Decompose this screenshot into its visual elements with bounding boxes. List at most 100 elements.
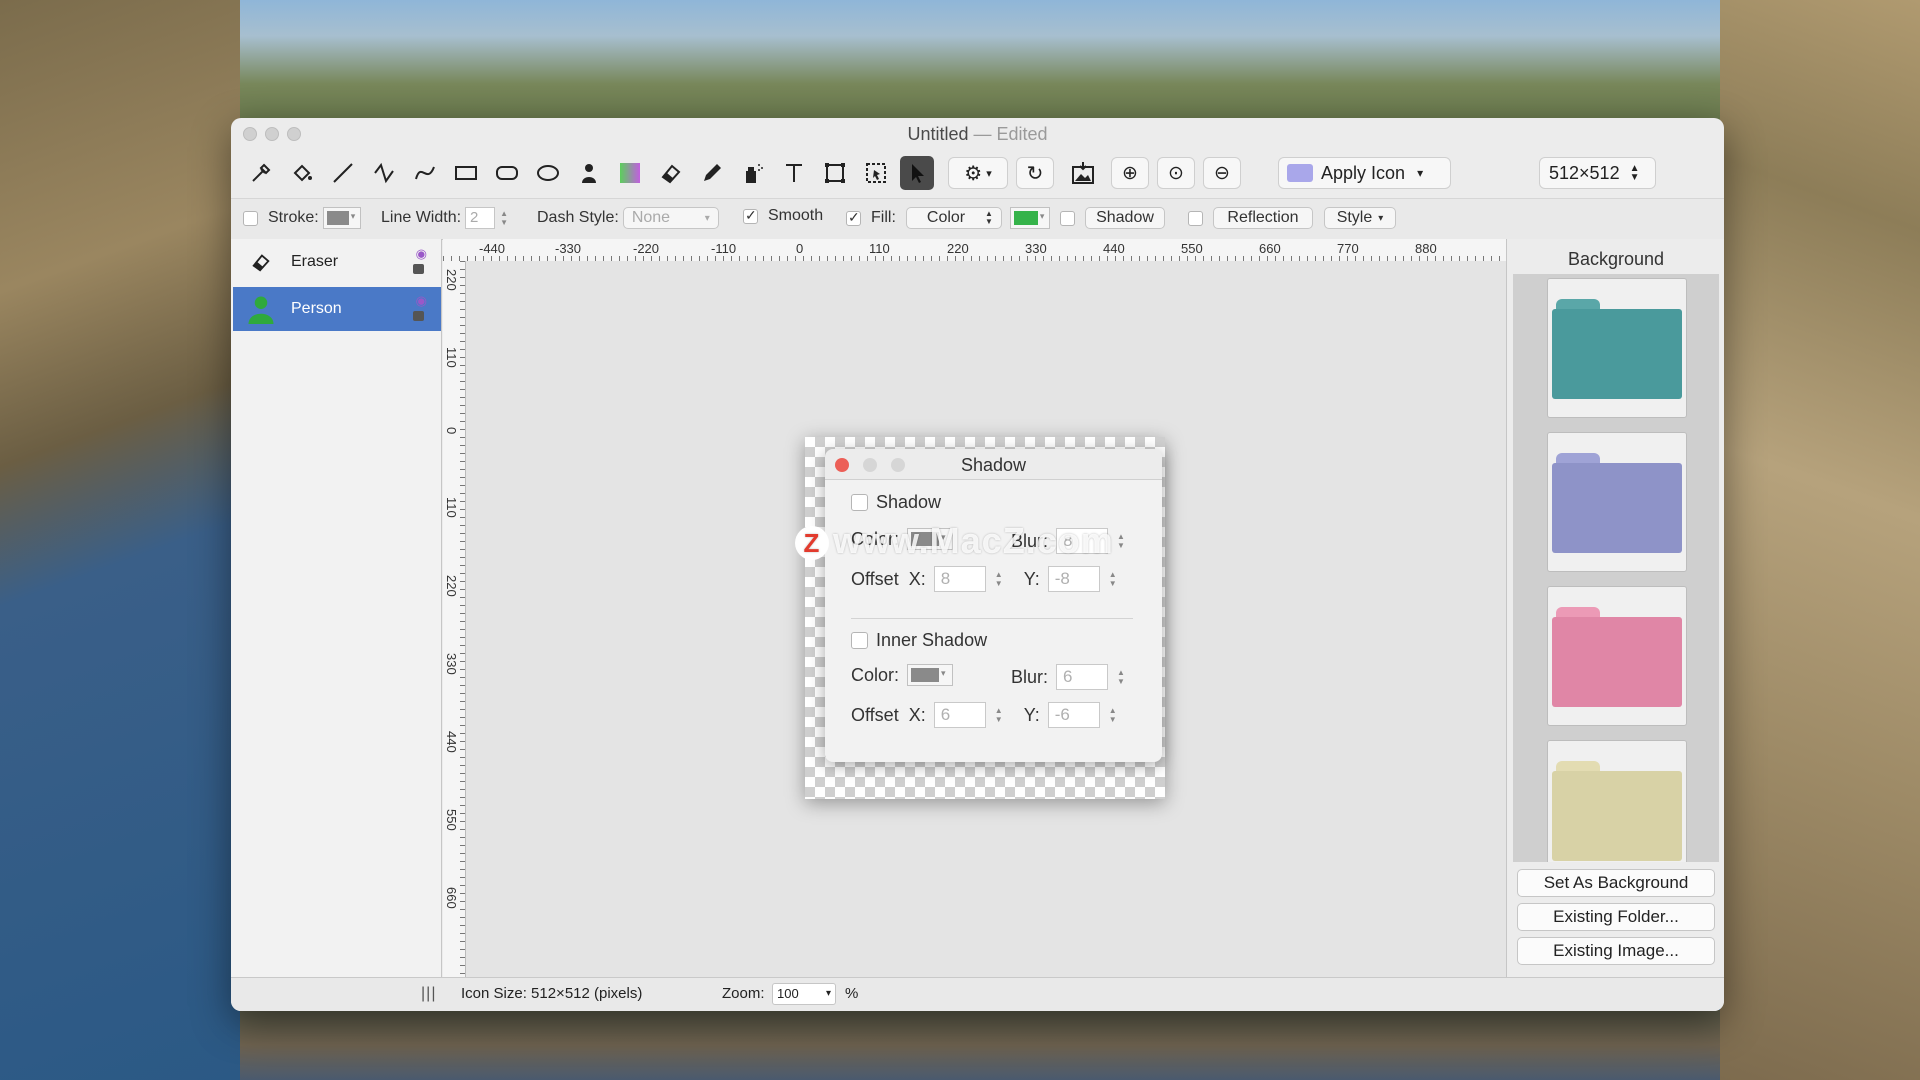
inner-offset-x-stepper[interactable]: ▲ ▼ bbox=[994, 706, 1004, 724]
shadow-offset-x-stepper[interactable]: ▲ ▼ bbox=[994, 570, 1004, 588]
gear-icon: ⚙ bbox=[964, 162, 983, 185]
reflection-button[interactable]: Reflection bbox=[1213, 207, 1313, 229]
folder-icon bbox=[1552, 463, 1682, 553]
rectangle-icon[interactable] bbox=[449, 156, 483, 190]
curve-icon[interactable] bbox=[408, 156, 442, 190]
polyline-icon[interactable] bbox=[367, 156, 401, 190]
dash-style-label: Dash Style: bbox=[537, 209, 619, 226]
zoom-out-button[interactable]: ⊖ bbox=[1203, 157, 1241, 189]
inner-blur-field[interactable]: 6 bbox=[1056, 664, 1109, 690]
shadow-checkbox[interactable] bbox=[1060, 210, 1075, 226]
ruler-tick: -440 bbox=[479, 241, 506, 256]
layer-row-eraser[interactable]: Eraser ◉ bbox=[233, 240, 441, 284]
spray-icon[interactable] bbox=[736, 156, 770, 190]
ruler-tick: 0 bbox=[796, 241, 804, 256]
folder-icon bbox=[1287, 164, 1313, 182]
reflection-checkbox[interactable] bbox=[1188, 210, 1203, 226]
background-folder-beige[interactable] bbox=[1547, 740, 1687, 862]
inner-shadow-color-well[interactable]: ▾ bbox=[907, 664, 954, 686]
smooth-checkbox[interactable] bbox=[743, 207, 758, 224]
paint-bucket-icon[interactable] bbox=[285, 156, 319, 190]
stroke-checkbox[interactable] bbox=[243, 210, 258, 226]
eraser-icon[interactable] bbox=[654, 156, 688, 190]
shadow-offset-y-field[interactable]: -8 bbox=[1047, 566, 1100, 592]
zoom-actual-button[interactable]: ⊙ bbox=[1157, 157, 1195, 189]
fill-option: Fill: Color ▲▼ ▾ bbox=[846, 207, 1050, 229]
shadow-y-label: Y: bbox=[1023, 568, 1040, 589]
rotate-button[interactable]: ↻ bbox=[1016, 157, 1054, 189]
stroke-option: Stroke: ▾ bbox=[243, 207, 361, 229]
chevron-down-icon: ▾ bbox=[1378, 212, 1384, 224]
dialog-divider bbox=[851, 618, 1133, 619]
fill-color-well[interactable]: ▾ bbox=[1009, 207, 1050, 229]
ruler-tick: 550 bbox=[444, 809, 459, 831]
eye-icon[interactable]: ◉ bbox=[416, 293, 427, 309]
background-folder-lavender[interactable] bbox=[1547, 432, 1687, 572]
zoom-fit-button[interactable]: ⊕ bbox=[1111, 157, 1149, 189]
background-folder-pink[interactable] bbox=[1547, 586, 1687, 726]
zoom-select[interactable]: 100 ▾ bbox=[772, 983, 836, 1005]
inner-blur-label: Blur: bbox=[1011, 666, 1049, 687]
updown-arrows-icon: ▲ ▼ bbox=[1629, 163, 1640, 183]
edited-status: — Edited bbox=[973, 124, 1048, 144]
dash-style-select[interactable]: None ▾ bbox=[622, 207, 719, 229]
line-icon[interactable] bbox=[326, 156, 360, 190]
style-select[interactable]: Style ▾ bbox=[1324, 207, 1396, 229]
gradient-icon[interactable] bbox=[613, 156, 647, 190]
arrow-icon[interactable] bbox=[900, 156, 934, 190]
ruler-tick: 110 bbox=[444, 347, 459, 368]
eye-icon[interactable]: ◉ bbox=[416, 246, 427, 262]
shadow-row: Shadow bbox=[851, 492, 941, 513]
shadow-button[interactable]: Shadow bbox=[1085, 207, 1165, 229]
background-folder-teal[interactable] bbox=[1547, 278, 1687, 418]
shadow-blur-stepper[interactable]: ▲ ▼ bbox=[1116, 532, 1126, 550]
smooth-option: Smooth bbox=[743, 207, 823, 225]
inner-offset-x-field[interactable]: 6 bbox=[933, 702, 986, 728]
existing-folder-button[interactable]: Existing Folder... bbox=[1517, 903, 1715, 931]
shadow-enable-checkbox[interactable] bbox=[851, 494, 868, 511]
fill-checkbox[interactable] bbox=[846, 209, 861, 226]
stroke-color-well[interactable]: ▾ bbox=[322, 207, 361, 229]
lock-icon[interactable] bbox=[413, 264, 424, 274]
inner-blur-stepper[interactable]: ▲ ▼ bbox=[1116, 668, 1126, 686]
line-width-field[interactable]: 2 bbox=[465, 207, 496, 229]
fill-type-select[interactable]: Color ▲ ▼ bbox=[905, 207, 1002, 229]
inner-offset-y-stepper[interactable]: ▲ ▼ bbox=[1108, 706, 1118, 724]
shadow-option: Shadow bbox=[1060, 207, 1165, 229]
apply-icon-button[interactable]: Apply Icon ▾ bbox=[1278, 157, 1451, 189]
inner-offset-y-field[interactable]: -6 bbox=[1047, 702, 1100, 728]
shadow-dialog: Shadow Shadow Color: ▾ Blur: 8 ▲ ▼ Offset… bbox=[825, 449, 1162, 762]
inner-shadow-checkbox[interactable] bbox=[851, 632, 868, 649]
ruler-tick: -110 bbox=[711, 241, 737, 256]
rounded-rect-icon[interactable] bbox=[490, 156, 524, 190]
size-select[interactable]: 512×512 ▲ ▼ bbox=[1539, 157, 1656, 189]
inner-shadow-row: Inner Shadow bbox=[851, 630, 987, 651]
layer-row-person[interactable]: Person ◉ bbox=[233, 287, 441, 331]
shadow-offset-y-stepper[interactable]: ▲ ▼ bbox=[1108, 570, 1118, 588]
person-icon[interactable] bbox=[572, 156, 606, 190]
eyedropper-icon[interactable] bbox=[244, 156, 278, 190]
text-icon[interactable] bbox=[777, 156, 811, 190]
ruler-tick: 0 bbox=[444, 427, 459, 435]
style-label: Style bbox=[1336, 209, 1373, 226]
lock-icon[interactable] bbox=[413, 311, 424, 321]
ruler-tick: 440 bbox=[1103, 241, 1125, 256]
desktop-wallpaper-left bbox=[0, 0, 240, 1080]
zoom-value: 100 bbox=[777, 986, 799, 1001]
ellipse-icon[interactable] bbox=[531, 156, 565, 190]
pencil-icon[interactable] bbox=[695, 156, 729, 190]
resize-handle-icon[interactable]: ||| bbox=[421, 985, 436, 1003]
existing-image-button[interactable]: Existing Image... bbox=[1517, 937, 1715, 965]
selection-icon[interactable] bbox=[859, 156, 893, 190]
settings-menu-button[interactable]: ⚙ ▾ bbox=[948, 157, 1008, 189]
ruler-tick: 550 bbox=[1181, 241, 1203, 256]
background-panel: Background Set As Background Existing Fo… bbox=[1506, 239, 1724, 977]
set-as-background-button[interactable]: Set As Background bbox=[1517, 869, 1715, 897]
transform-icon[interactable] bbox=[818, 156, 852, 190]
ruler-tick: 110 bbox=[869, 241, 890, 256]
dialog-title: Shadow bbox=[960, 455, 1027, 475]
shadow-x-label: X: bbox=[908, 568, 926, 589]
image-import-icon[interactable] bbox=[1066, 156, 1100, 190]
shadow-offset-x-field[interactable]: 8 bbox=[933, 566, 986, 592]
line-width-stepper[interactable]: ▲ ▼ bbox=[499, 209, 509, 227]
